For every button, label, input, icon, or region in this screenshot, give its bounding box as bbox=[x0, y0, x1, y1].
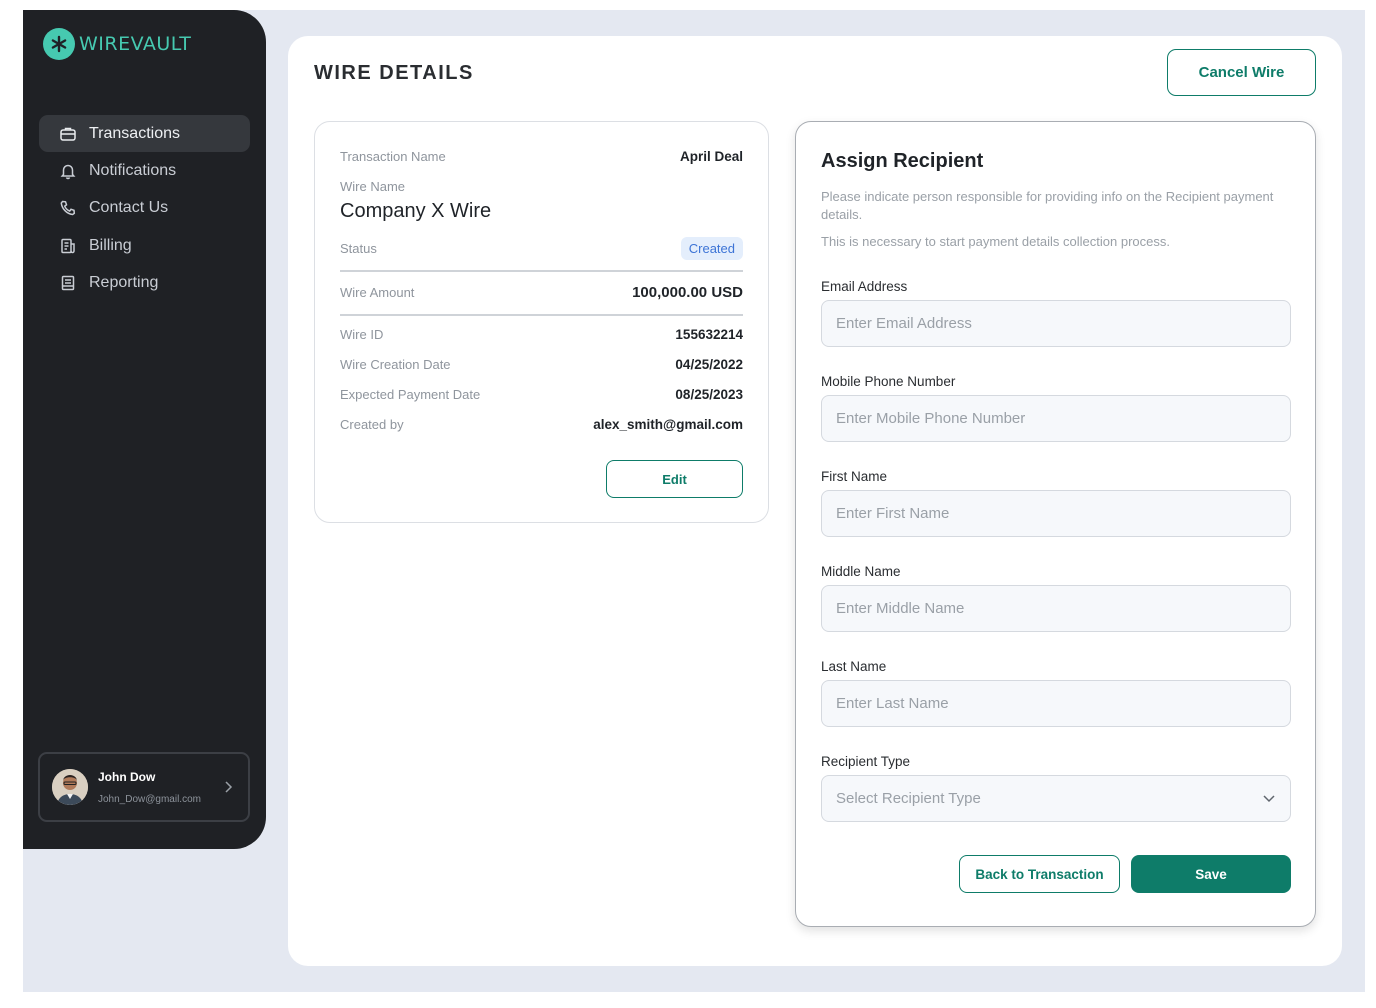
created-by-row: Created by alex_smith@gmail.com bbox=[340, 417, 743, 432]
recipient-type-select[interactable]: Select Recipient Type bbox=[821, 775, 1291, 822]
last-name-label: Last Name bbox=[821, 659, 887, 674]
assign-note: This is necessary to start payment detai… bbox=[821, 234, 1170, 249]
wire-id-value: 155632214 bbox=[675, 327, 743, 342]
chevron-down-icon bbox=[1263, 795, 1275, 803]
sidebar-nav: Transactions Notifications Contact Us Bi… bbox=[39, 115, 250, 302]
last-name-input[interactable] bbox=[822, 681, 1290, 726]
first-name-label: First Name bbox=[821, 469, 888, 484]
creation-date-row: Wire Creation Date 04/25/2022 bbox=[340, 357, 743, 372]
user-profile-card[interactable]: John Dow John_Dow@gmail.com bbox=[38, 752, 250, 822]
sidebar-item-label: Reporting bbox=[89, 274, 159, 292]
user-email: John_Dow@gmail.com bbox=[98, 793, 201, 805]
middle-name-label: Middle Name bbox=[821, 564, 901, 579]
expected-date-value: 08/25/2023 bbox=[675, 387, 743, 402]
middle-name-input[interactable] bbox=[822, 586, 1290, 631]
chevron-right-icon[interactable] bbox=[222, 780, 234, 794]
status-badge: Created bbox=[680, 237, 743, 260]
report-icon bbox=[61, 275, 75, 291]
sidebar-item-label: Contact Us bbox=[89, 199, 169, 217]
created-by-label: Created by bbox=[340, 417, 404, 432]
assign-recipient-card: Assign Recipient Please indicate person … bbox=[795, 121, 1316, 927]
cancel-wire-button[interactable]: Cancel Wire bbox=[1167, 49, 1316, 96]
mobile-phone-field[interactable] bbox=[821, 395, 1291, 442]
page-title: WIRE DETAILS bbox=[314, 62, 474, 84]
user-name: John Dow bbox=[98, 769, 156, 784]
bell-icon bbox=[60, 164, 76, 180]
sidebar-item-reporting[interactable]: Reporting bbox=[39, 265, 250, 302]
divider bbox=[340, 314, 743, 316]
recipient-type-selected: Select Recipient Type bbox=[836, 790, 981, 807]
divider bbox=[340, 270, 743, 272]
brand-logo[interactable]: WIREVAULT bbox=[43, 28, 191, 60]
wire-name-label-row: Wire Name bbox=[340, 179, 743, 194]
expected-date-row: Expected Payment Date 08/25/2023 bbox=[340, 387, 743, 402]
assign-description: Please indicate person responsible for p… bbox=[821, 189, 1274, 222]
transaction-name-label: Transaction Name bbox=[340, 149, 446, 164]
creation-date-value: 04/25/2022 bbox=[675, 357, 743, 372]
phone-icon bbox=[60, 200, 76, 216]
status-label: Status bbox=[340, 241, 377, 256]
sidebar-item-transactions[interactable]: Transactions bbox=[39, 115, 250, 152]
brand-name: WIREVAULT bbox=[79, 33, 192, 55]
sidebar-item-label: Billing bbox=[89, 236, 132, 254]
middle-name-field[interactable] bbox=[821, 585, 1291, 632]
briefcase-icon bbox=[60, 127, 76, 141]
created-by-value: alex_smith@gmail.com bbox=[593, 417, 743, 432]
email-label: Email Address bbox=[821, 279, 908, 294]
user-info: John Dow John_Dow@gmail.com bbox=[98, 770, 201, 805]
sidebar: WIREVAULT Transactions Notifications Con… bbox=[23, 10, 266, 849]
wire-amount-label: Wire Amount bbox=[340, 285, 415, 300]
last-name-field[interactable] bbox=[821, 680, 1291, 727]
transaction-name-value: April Deal bbox=[679, 149, 743, 164]
back-to-transaction-button[interactable]: Back to Transaction bbox=[959, 855, 1120, 893]
first-name-field[interactable] bbox=[821, 490, 1291, 537]
creation-date-label: Wire Creation Date bbox=[340, 357, 451, 372]
email-field[interactable] bbox=[821, 300, 1291, 347]
avatar bbox=[52, 769, 88, 805]
wire-amount-value: 100,000.00 USD bbox=[632, 284, 743, 301]
sidebar-item-billing[interactable]: Billing bbox=[39, 227, 250, 264]
sidebar-item-label: Notifications bbox=[89, 161, 177, 179]
status-row: Status Created bbox=[340, 237, 743, 260]
main-panel: WIRE DETAILS Cancel Wire Transaction Nam… bbox=[288, 36, 1342, 966]
wire-amount-row: Wire Amount 100,000.00 USD bbox=[340, 284, 743, 301]
save-button[interactable]: Save bbox=[1131, 855, 1291, 893]
mobile-phone-label: Mobile Phone Number bbox=[821, 374, 956, 389]
wire-id-row: Wire ID 155632214 bbox=[340, 327, 743, 342]
sidebar-item-label: Transactions bbox=[89, 124, 180, 142]
wire-name-label: Wire Name bbox=[340, 179, 406, 194]
transaction-name-row: Transaction Name April Deal bbox=[340, 149, 743, 164]
wire-id-label: Wire ID bbox=[340, 327, 384, 342]
sidebar-item-contact-us[interactable]: Contact Us bbox=[39, 190, 250, 227]
email-input[interactable] bbox=[822, 301, 1290, 346]
sidebar-item-notifications[interactable]: Notifications bbox=[39, 152, 250, 189]
assign-recipient-title: Assign Recipient bbox=[821, 150, 984, 172]
expected-date-label: Expected Payment Date bbox=[340, 387, 481, 402]
invoice-icon bbox=[61, 238, 75, 253]
mobile-phone-input[interactable] bbox=[822, 396, 1290, 441]
recipient-type-label: Recipient Type bbox=[821, 754, 911, 769]
asterisk-logo-icon bbox=[43, 28, 75, 60]
edit-button[interactable]: Edit bbox=[606, 460, 743, 498]
wire-details-card: Transaction Name April Deal Wire Name Co… bbox=[314, 121, 769, 523]
first-name-input[interactable] bbox=[822, 491, 1290, 536]
wire-name-value: Company X Wire bbox=[340, 200, 492, 222]
